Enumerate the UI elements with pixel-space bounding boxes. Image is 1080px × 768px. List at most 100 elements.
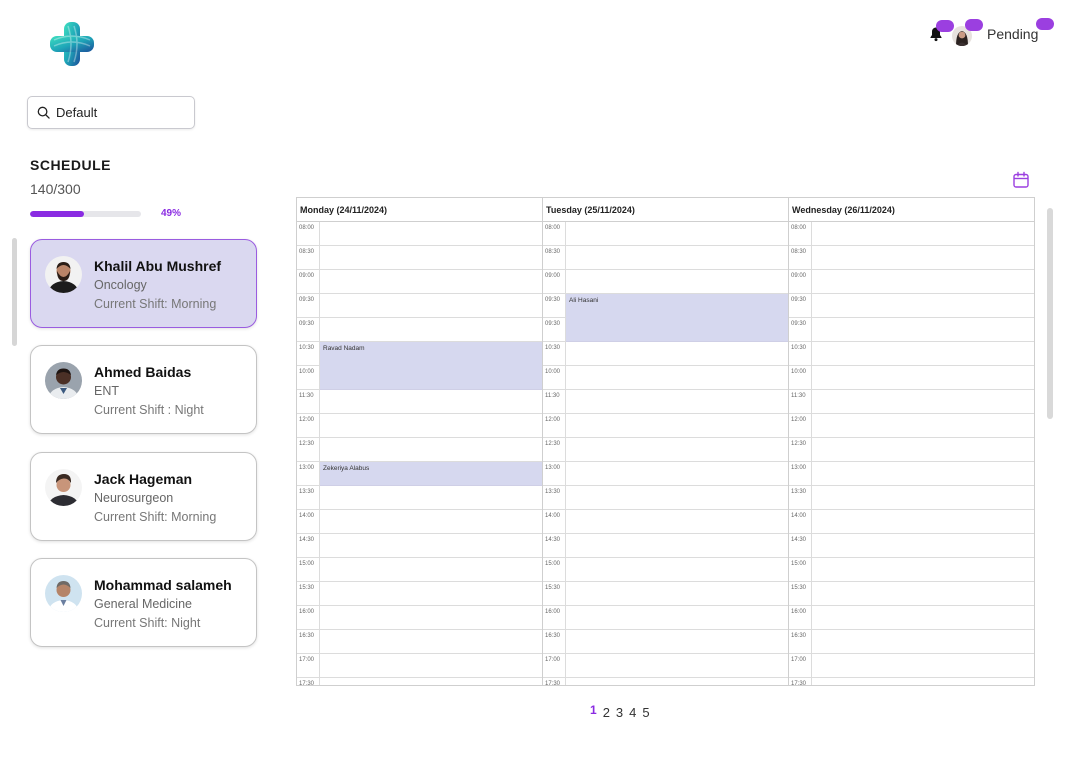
calendar-icon[interactable] bbox=[1012, 171, 1030, 189]
calendar-time-slot[interactable]: 17:30 bbox=[543, 678, 788, 685]
slot-cell[interactable] bbox=[812, 342, 1034, 365]
calendar-time-slot[interactable]: 12:30 bbox=[297, 438, 542, 462]
search-input[interactable] bbox=[56, 105, 176, 120]
slot-cell[interactable] bbox=[566, 414, 788, 437]
slot-cell[interactable] bbox=[566, 390, 788, 413]
slot-cell[interactable] bbox=[566, 678, 788, 685]
calendar-time-slot[interactable]: 13:30 bbox=[543, 486, 788, 510]
slot-cell[interactable] bbox=[320, 510, 542, 533]
calendar-time-slot[interactable]: 15:00 bbox=[789, 558, 1034, 582]
calendar-time-slot[interactable]: 11:30 bbox=[789, 390, 1034, 414]
calendar-time-slot[interactable]: 08:30 bbox=[789, 246, 1034, 270]
slot-cell[interactable] bbox=[320, 390, 542, 413]
calendar-time-slot[interactable]: 09:30 bbox=[789, 318, 1034, 342]
slot-cell[interactable] bbox=[812, 678, 1034, 685]
pending-status[interactable]: Pending bbox=[987, 26, 1038, 42]
slot-cell[interactable] bbox=[566, 462, 788, 485]
slot-cell[interactable] bbox=[812, 510, 1034, 533]
calendar-time-slot[interactable]: 12:00 bbox=[543, 414, 788, 438]
app-logo[interactable] bbox=[48, 20, 96, 68]
slot-cell[interactable] bbox=[812, 558, 1034, 581]
slot-cell[interactable] bbox=[566, 246, 788, 269]
slot-cell[interactable] bbox=[812, 486, 1034, 509]
slot-cell[interactable] bbox=[812, 390, 1034, 413]
slot-cell[interactable] bbox=[812, 630, 1034, 653]
search-box[interactable] bbox=[27, 96, 195, 129]
calendar-time-slot[interactable]: 14:30 bbox=[297, 534, 542, 558]
calendar-time-slot[interactable]: 16:30 bbox=[543, 630, 788, 654]
calendar-time-slot[interactable]: 08:30 bbox=[297, 246, 542, 270]
calendar-time-slot[interactable]: 09:30 bbox=[297, 318, 542, 342]
calendar-event[interactable]: Zekeriya Alabus bbox=[320, 462, 542, 486]
slot-cell[interactable] bbox=[566, 558, 788, 581]
calendar-time-slot[interactable]: 14:00 bbox=[297, 510, 542, 534]
slot-cell[interactable] bbox=[812, 318, 1034, 341]
doctor-card[interactable]: Ahmed Baidas ENT Current Shift : Night bbox=[30, 345, 257, 434]
calendar-time-slot[interactable]: 11:30 bbox=[543, 390, 788, 414]
calendar-time-slot[interactable]: 16:30 bbox=[789, 630, 1034, 654]
calendar-time-slot[interactable]: 14:00 bbox=[543, 510, 788, 534]
calendar-time-slot[interactable]: 09:00 bbox=[297, 270, 542, 294]
calendar-time-slot[interactable]: 15:00 bbox=[297, 558, 542, 582]
slot-cell[interactable] bbox=[812, 438, 1034, 461]
calendar-time-slot[interactable]: 12:30 bbox=[543, 438, 788, 462]
slot-cell[interactable] bbox=[812, 534, 1034, 557]
slot-cell[interactable] bbox=[320, 558, 542, 581]
slot-cell[interactable] bbox=[812, 414, 1034, 437]
calendar-time-slot[interactable]: 16:30 bbox=[297, 630, 542, 654]
slot-cell[interactable] bbox=[566, 270, 788, 293]
calendar-time-slot[interactable]: 15:30 bbox=[297, 582, 542, 606]
calendar-event[interactable]: Ali Hasani bbox=[566, 294, 788, 342]
doctor-card[interactable]: Mohammad salameh General Medicine Curren… bbox=[30, 558, 257, 647]
calendar-time-slot[interactable]: 17:30 bbox=[789, 678, 1034, 685]
calendar-time-slot[interactable]: 13:30 bbox=[789, 486, 1034, 510]
slot-cell[interactable] bbox=[566, 630, 788, 653]
calendar-time-slot[interactable]: 13:00 bbox=[543, 462, 788, 486]
calendar-event[interactable]: Ravad Nadam bbox=[320, 342, 542, 390]
doctor-card[interactable]: Khalil Abu Mushref Oncology Current Shif… bbox=[30, 239, 257, 328]
slot-cell[interactable] bbox=[812, 294, 1034, 317]
slot-cell[interactable] bbox=[320, 438, 542, 461]
slot-cell[interactable] bbox=[320, 318, 542, 341]
page-link[interactable]: 3 bbox=[616, 705, 623, 720]
calendar-time-slot[interactable]: 10:00 bbox=[543, 366, 788, 390]
calendar-time-slot[interactable]: 14:30 bbox=[543, 534, 788, 558]
slot-cell[interactable] bbox=[320, 582, 542, 605]
calendar-time-slot[interactable]: 10:30 bbox=[789, 342, 1034, 366]
calendar-time-slot[interactable]: 08:00 bbox=[543, 222, 788, 246]
slot-cell[interactable] bbox=[812, 462, 1034, 485]
calendar-time-slot[interactable]: 14:30 bbox=[789, 534, 1034, 558]
slot-cell[interactable] bbox=[566, 510, 788, 533]
slot-cell[interactable] bbox=[812, 246, 1034, 269]
slot-cell[interactable] bbox=[320, 294, 542, 317]
slot-cell[interactable] bbox=[812, 222, 1034, 245]
calendar-time-slot[interactable]: 17:30 bbox=[297, 678, 542, 685]
slot-cell[interactable] bbox=[320, 222, 542, 245]
calendar-time-slot[interactable]: 12:00 bbox=[297, 414, 542, 438]
slot-cell[interactable] bbox=[320, 534, 542, 557]
doctor-card[interactable]: Jack Hageman Neurosurgeon Current Shift:… bbox=[30, 452, 257, 541]
slot-cell[interactable] bbox=[320, 486, 542, 509]
slot-cell[interactable] bbox=[320, 270, 542, 293]
slot-cell[interactable] bbox=[812, 582, 1034, 605]
calendar-time-slot[interactable]: 08:30 bbox=[543, 246, 788, 270]
calendar-time-slot[interactable]: 15:00 bbox=[543, 558, 788, 582]
calendar-time-slot[interactable]: 16:00 bbox=[789, 606, 1034, 630]
page-link[interactable]: 4 bbox=[629, 705, 636, 720]
slot-cell[interactable] bbox=[566, 342, 788, 365]
calendar-time-slot[interactable]: 09:00 bbox=[543, 270, 788, 294]
slot-cell[interactable] bbox=[566, 438, 788, 461]
calendar-time-slot[interactable]: 08:00 bbox=[297, 222, 542, 246]
calendar-time-slot[interactable]: 12:00 bbox=[789, 414, 1034, 438]
slot-cell[interactable] bbox=[320, 678, 542, 685]
calendar-scrollbar[interactable] bbox=[1047, 208, 1053, 419]
slot-cell[interactable] bbox=[812, 270, 1034, 293]
calendar-time-slot[interactable]: 16:00 bbox=[543, 606, 788, 630]
calendar-time-slot[interactable]: 11:30 bbox=[297, 390, 542, 414]
slot-cell[interactable] bbox=[566, 486, 788, 509]
calendar-time-slot[interactable]: 17:00 bbox=[543, 654, 788, 678]
slot-cell[interactable] bbox=[566, 606, 788, 629]
calendar-time-slot[interactable]: 09:00 bbox=[789, 270, 1034, 294]
calendar-time-slot[interactable]: 10:30 bbox=[543, 342, 788, 366]
calendar-time-slot[interactable]: 15:30 bbox=[543, 582, 788, 606]
